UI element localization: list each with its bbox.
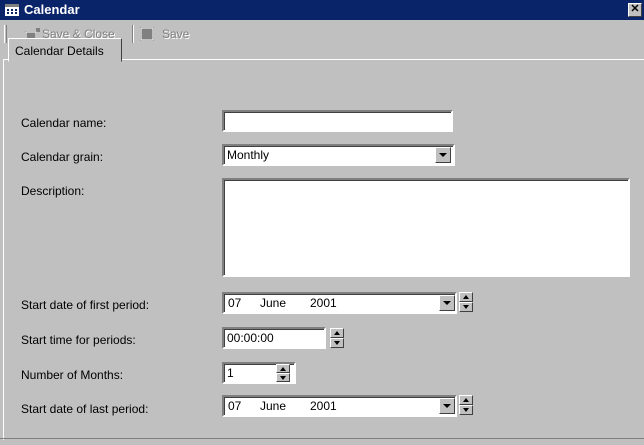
chevron-down-icon [334, 341, 340, 345]
description-label: Description: [21, 184, 85, 198]
start-time-value: 00:00:00 [227, 331, 274, 345]
chevron-down-icon [463, 408, 469, 412]
num-months-label: Number of Months: [21, 368, 124, 382]
chevron-up-icon [280, 367, 286, 371]
start-first-spinner[interactable] [459, 292, 473, 312]
start-last-month[interactable]: June [260, 399, 286, 413]
tab-strip: Calendar Details [0, 38, 644, 62]
spin-up-button[interactable] [459, 395, 473, 405]
start-time-input[interactable]: 00:00:00 [222, 327, 326, 349]
calendar-name-label: Calendar name: [21, 116, 107, 130]
bottom-border [0, 438, 644, 439]
num-months-value: 1 [227, 366, 234, 380]
close-icon: ✕ [630, 3, 640, 15]
start-last-spinner[interactable] [459, 395, 473, 415]
spin-up-button[interactable] [330, 328, 344, 338]
calendar-grain-value: Monthly [227, 148, 270, 162]
close-button[interactable]: ✕ [628, 3, 642, 17]
window-title: Calendar [24, 2, 80, 17]
spin-up-button[interactable] [459, 292, 473, 302]
calendar-grain-select[interactable]: Monthly [222, 144, 455, 166]
chevron-down-icon [443, 301, 451, 305]
calendar-icon [5, 4, 19, 16]
spin-down-button[interactable] [459, 405, 473, 415]
tab-label: Calendar Details [15, 44, 104, 58]
chevron-down-icon [280, 376, 286, 380]
calendar-name-input[interactable] [222, 110, 453, 132]
chevron-up-icon [334, 331, 340, 335]
start-first-label: Start date of first period: [21, 298, 150, 312]
chevron-down-icon [443, 404, 451, 408]
start-first-dropdown-button[interactable] [439, 295, 455, 311]
spin-down-button[interactable] [276, 373, 290, 382]
spin-down-button[interactable] [459, 302, 473, 312]
start-first-year[interactable]: 2001 [310, 296, 337, 310]
chevron-up-icon [463, 295, 469, 299]
calendar-grain-label: Calendar grain: [21, 150, 104, 164]
start-last-date-picker[interactable]: 07 June 2001 [222, 395, 457, 417]
start-last-day[interactable]: 07 [228, 399, 241, 413]
start-first-month[interactable]: June [260, 296, 286, 310]
spin-down-button[interactable] [330, 338, 344, 348]
num-months-spinner[interactable] [276, 364, 290, 384]
chevron-down-icon [463, 305, 469, 309]
num-months-input[interactable]: 1 [222, 362, 296, 384]
chevron-up-icon [463, 398, 469, 402]
start-last-dropdown-button[interactable] [439, 398, 455, 414]
start-time-label: Start time for periods: [21, 333, 136, 347]
spin-up-button[interactable] [276, 364, 290, 373]
chevron-down-icon [439, 153, 447, 157]
description-textarea[interactable] [222, 178, 630, 277]
title-bar: Calendar ✕ [0, 0, 644, 20]
start-last-label: Start date of last period: [21, 402, 149, 416]
start-first-day[interactable]: 07 [228, 296, 241, 310]
tab-calendar-details[interactable]: Calendar Details [8, 38, 122, 62]
start-time-spinner[interactable] [330, 328, 344, 348]
start-first-date-picker[interactable]: 07 June 2001 [222, 292, 457, 314]
calendar-grain-dropdown-button[interactable] [435, 147, 451, 163]
start-last-year[interactable]: 2001 [310, 399, 337, 413]
